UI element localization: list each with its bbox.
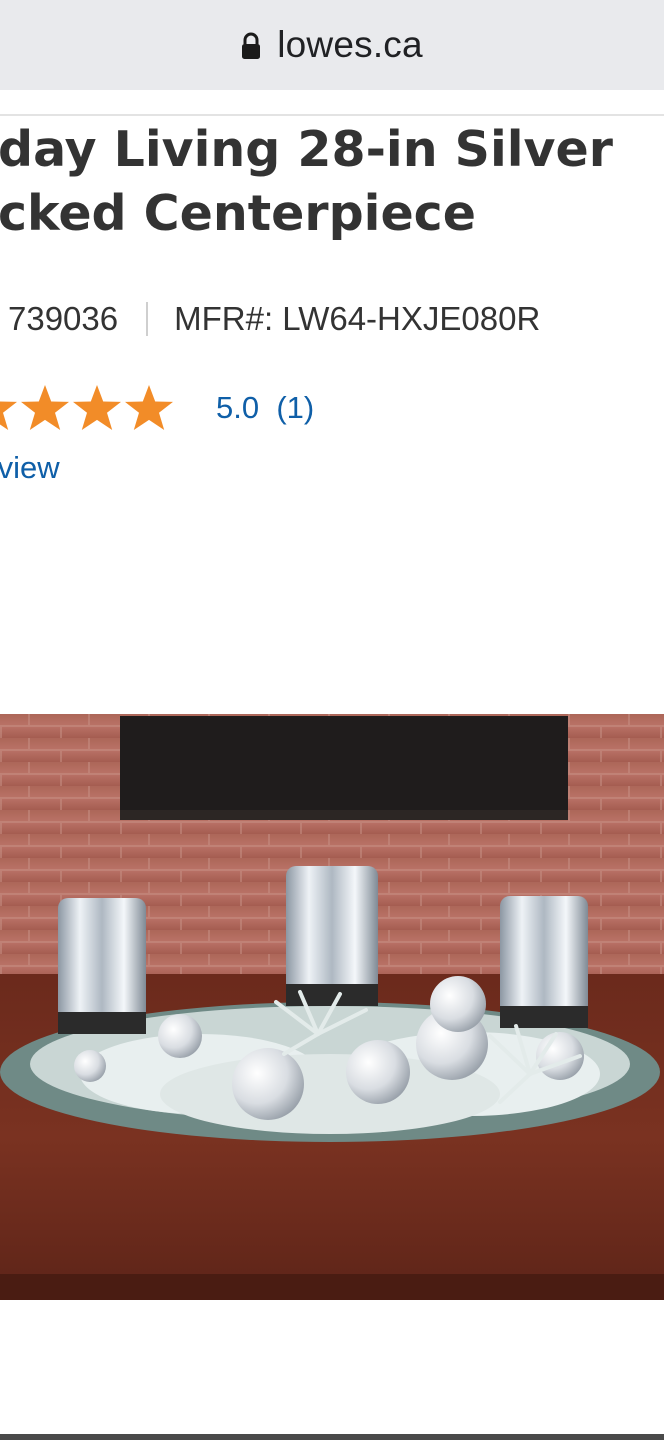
page-frame: lowes.ca day Living 28-in Silver cked Ce… [0, 0, 664, 1440]
header-divider [0, 114, 664, 116]
write-review-link-label: review [0, 450, 60, 485]
product-meta-row: 739036 MFR#: LW64-HXJE080R [8, 296, 540, 342]
bottom-edge [0, 1434, 664, 1440]
rating-summary-link[interactable]: 5.0 (1) [216, 390, 314, 426]
product-title: day Living 28-in Silver cked Centerpiece [0, 118, 664, 246]
url-display[interactable]: lowes.ca [0, 14, 664, 76]
product-title-line-1: day Living 28-in Silver [0, 121, 613, 178]
write-review-link[interactable]: review [0, 450, 60, 486]
rating-value: 5.0 [216, 390, 260, 425]
star-icon [73, 385, 121, 430]
star-icon [0, 401, 17, 430]
product-title-line-2: cked Centerpiece [0, 185, 476, 242]
mfr-number: MFR#: LW64-HXJE080R [174, 300, 541, 337]
meta-separator [146, 302, 149, 336]
review-count: (1) [276, 390, 315, 425]
browser-url-bar[interactable]: lowes.ca [0, 0, 664, 90]
url-text: lowes.ca [277, 24, 423, 65]
product-image[interactable] [0, 714, 664, 1300]
lock-icon [242, 32, 261, 59]
star-rating [0, 384, 176, 432]
star-icon [21, 385, 69, 430]
rating-row[interactable]: 5.0 (1) [0, 380, 314, 436]
star-icon [125, 385, 173, 430]
item-number: 739036 [8, 300, 119, 337]
